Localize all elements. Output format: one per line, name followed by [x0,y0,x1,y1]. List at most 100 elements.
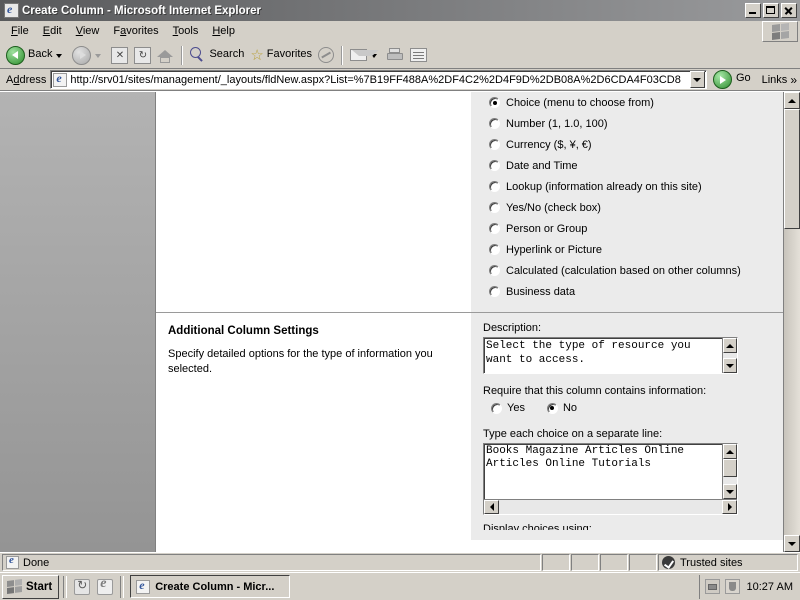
choices-vertical-scrollbar[interactable] [722,444,737,499]
menu-file[interactable]: File [4,23,36,39]
option-label: Business data [506,285,576,298]
option-label: Date and Time [506,159,578,172]
security-zone-cell[interactable]: Trusted sites [658,554,798,571]
option-currency[interactable]: Currency ($, ¥, €) [477,134,783,155]
address-dropdown-button[interactable] [689,71,705,88]
choices-scroll-thumb[interactable] [723,459,737,477]
security-zone-text: Trusted sites [680,556,743,569]
option-label: Calculated (calculation based on other c… [506,264,741,277]
search-button-label: Search [209,47,245,60]
search-button[interactable]: Search [187,44,247,66]
page-scroll-up-button[interactable] [784,92,800,109]
home-button[interactable] [154,44,177,66]
option-yes-no[interactable]: Yes/No (check box) [477,197,783,218]
radio-hyperlink-icon[interactable] [489,244,500,255]
mail-button[interactable] [347,44,384,66]
description-scrollbar[interactable] [722,338,737,373]
choices-input[interactable]: Books Magazine Articles Online Articles … [483,443,738,515]
option-label: Currency ($, ¥, €) [506,138,592,151]
page-scroll-down-button[interactable] [784,535,800,552]
menu-edit[interactable]: Edit [36,23,69,39]
page-scroll-thumb[interactable] [784,109,800,229]
back-button[interactable]: Back [3,44,69,66]
option-hyperlink-or-picture[interactable]: Hyperlink or Picture [477,239,783,260]
ie-window: Create Column - Microsoft Internet Explo… [0,0,800,600]
option-label: Lookup (information already on this site… [506,180,702,193]
network-icon[interactable] [704,579,720,594]
internet-explorer-icon[interactable] [97,578,114,595]
description-label: Description: [483,322,542,334]
menu-tools[interactable]: Tools [166,23,206,39]
start-button[interactable]: Start [2,574,60,599]
option-person-or-group[interactable]: Person or Group [477,218,783,239]
media-button[interactable] [315,44,337,66]
edit-button[interactable] [407,44,430,66]
option-date-and-time[interactable]: Date and Time [477,155,783,176]
choices-value: Books Magazine Articles Online Articles … [486,445,685,470]
print-button[interactable] [384,44,407,66]
close-button[interactable] [781,3,797,18]
refresh-button[interactable]: ↻ [131,44,154,66]
choices-scroll-up-button[interactable] [723,444,737,459]
choices-horizontal-scrollbar[interactable] [484,499,737,514]
choices-hscroll-track[interactable] [499,500,722,514]
refresh-icon[interactable] [74,578,91,595]
radio-number-icon[interactable] [489,118,500,129]
option-label: Hyperlink or Picture [506,243,602,256]
radio-choice-icon[interactable] [489,97,500,108]
stop-button[interactable]: ✕ [108,44,131,66]
choices-text-area[interactable]: Books Magazine Articles Online Articles … [484,444,737,499]
taskbar-task-create-column[interactable]: Create Column - Micr... [130,575,291,598]
scroll-up-button[interactable] [723,338,737,353]
choices-scroll-left-button[interactable] [484,500,499,514]
radio-require-no-icon[interactable] [546,402,558,414]
choices-scroll-right-button[interactable] [722,500,737,514]
page-scroll-track[interactable] [784,109,800,535]
links-button[interactable]: Links » [759,73,798,87]
option-choice[interactable]: Choice (menu to choose from) [477,92,783,113]
address-label: Address [6,73,47,86]
option-number[interactable]: Number (1, 1.0, 100) [477,113,783,134]
page-icon [53,72,68,87]
menu-view[interactable]: View [69,23,107,39]
description-input[interactable]: Select the type of resource you want to … [483,337,738,374]
triangle-down-icon [726,489,734,494]
star-icon: ☆ [250,46,264,64]
choices-label: Type each choice on a separate line: [483,428,663,440]
back-dropdown-icon[interactable] [56,54,63,58]
option-lookup[interactable]: Lookup (information already on this site… [477,176,783,197]
minimize-button[interactable] [745,3,761,18]
choices-scroll-track[interactable] [723,477,737,484]
restore-button[interactable] [763,3,779,18]
back-button-label: Back [28,47,53,60]
go-button[interactable]: Go [711,70,755,90]
section-description: Specify detailed options for the type of… [168,348,433,375]
radio-calculated-icon[interactable] [489,265,500,276]
radio-lookup-icon[interactable] [489,181,500,192]
option-calculated[interactable]: Calculated (calculation based on other c… [477,260,783,281]
system-tray: 10:27 AM [698,574,798,599]
menu-favorites[interactable]: Favorites [106,23,165,39]
radio-date-icon[interactable] [489,160,500,171]
scroll-down-button[interactable] [723,358,737,373]
menu-help[interactable]: Help [205,23,242,39]
address-input[interactable]: http://srv01/sites/management/_layouts/f… [50,70,707,89]
radio-person-icon[interactable] [489,223,500,234]
radio-business-data-icon[interactable] [489,286,500,297]
radio-yesno-icon[interactable] [489,202,500,213]
clock[interactable]: 10:27 AM [745,581,793,593]
forward-dropdown-icon [95,54,102,58]
option-business-data[interactable]: Business data [477,281,783,302]
media-icon [318,47,335,63]
security-icon[interactable] [724,579,740,594]
page-scrollbar[interactable] [783,92,800,552]
stop-icon: ✕ [111,46,129,64]
choices-scroll-down-button[interactable] [723,484,737,499]
triangle-up-icon [788,98,796,103]
radio-currency-icon[interactable] [489,139,500,150]
radio-require-yes-icon[interactable] [491,402,502,414]
start-button-label: Start [26,580,53,593]
back-arrow-icon [6,45,25,65]
left-navigation-panel [0,92,156,552]
favorites-button[interactable]: ☆ Favorites [247,44,315,66]
